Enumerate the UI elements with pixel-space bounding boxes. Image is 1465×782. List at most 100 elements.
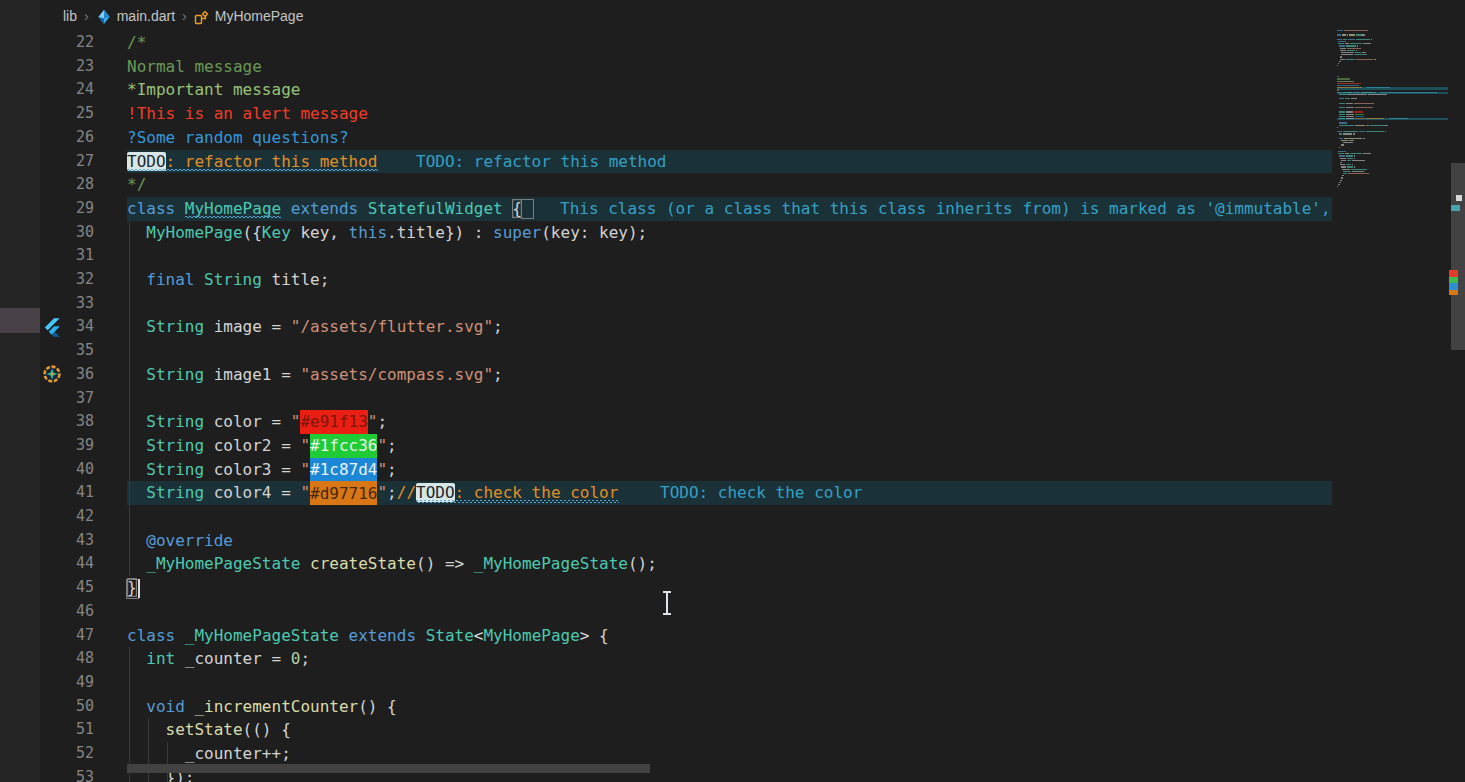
line-number[interactable]: 50	[40, 695, 94, 719]
code-line-36[interactable]: String image1 = "assets/compass.svg";	[127, 363, 1332, 387]
minimap-code-mark	[1340, 50, 1346, 51]
code-token: StatefulWidget	[368, 199, 503, 218]
minimap-code-mark	[1337, 39, 1342, 40]
code-editor[interactable]: 22 /* 23 Normal message 24 *Important message…	[0, 0, 1332, 782]
code-line-35[interactable]	[127, 339, 1332, 363]
minimap-code-mark	[1339, 133, 1342, 134]
code-token: color3 =	[204, 460, 300, 479]
line-number[interactable]: 51	[40, 718, 94, 742]
line-number[interactable]: 29	[40, 197, 94, 221]
minimap-code-mark	[1337, 92, 1342, 93]
code-line-43[interactable]: @override	[127, 529, 1332, 553]
minimap-code-mark	[1343, 92, 1353, 93]
code-token: "	[300, 460, 310, 479]
code-line-51[interactable]: setState(() {	[127, 718, 1332, 742]
line-number[interactable]: 26	[40, 126, 94, 150]
minimap-code-mark	[1340, 162, 1342, 163]
line-number[interactable]: 41	[40, 481, 94, 505]
minimap-code-mark	[1343, 142, 1353, 143]
minimap-code-mark	[1337, 30, 1343, 31]
code-token: void	[146, 697, 185, 716]
line-number[interactable]: 48	[40, 647, 94, 671]
line-number[interactable]: 43	[40, 529, 94, 553]
minimap-code-mark	[1341, 54, 1353, 55]
code-line-42[interactable]	[127, 505, 1332, 529]
line-number[interactable]: 37	[40, 387, 94, 411]
code-line-49[interactable]	[127, 671, 1332, 695]
code-line-23[interactable]: Normal message	[127, 55, 1332, 79]
line-number[interactable]: 28	[40, 173, 94, 197]
code-line-31[interactable]	[127, 244, 1332, 268]
minimap-code-mark	[1368, 94, 1387, 95]
code-line-46[interactable]	[127, 600, 1332, 624]
minimap-code-mark	[1337, 78, 1350, 79]
minimap-code-mark	[1346, 116, 1355, 117]
minimap-code-mark	[1337, 65, 1338, 66]
line-number[interactable]: 47	[40, 624, 94, 648]
code-line-25[interactable]: !This is an alert message	[127, 102, 1332, 126]
line-number[interactable]: 24	[40, 78, 94, 102]
minimap-code-mark	[1371, 39, 1372, 40]
code-line-24[interactable]: *Important message	[127, 78, 1332, 102]
code-line-41[interactable]: String color4 = "#d97716";//TODO: check …	[127, 481, 1332, 505]
line-number[interactable]: 32	[40, 268, 94, 292]
line-number[interactable]: 25	[40, 102, 94, 126]
code-line-44[interactable]: _MyHomePageState createState() => _MyHom…	[127, 552, 1332, 576]
code-token	[127, 697, 146, 716]
code-line-38[interactable]: String color = "#e91f13";	[127, 410, 1332, 434]
vertical-scrollbar-thumb[interactable]	[1451, 163, 1465, 350]
line-number[interactable]: 23	[40, 55, 94, 79]
line-number[interactable]: 49	[40, 671, 94, 695]
minimap-code-mark	[1355, 107, 1373, 108]
code-line-33[interactable]	[127, 292, 1332, 316]
line-number[interactable]: 22	[40, 31, 94, 55]
code-line-34[interactable]: String image = "/assets/flutter.svg";	[127, 315, 1332, 339]
code-line-32[interactable]: final String title;	[127, 268, 1332, 292]
code-line-40[interactable]: String color3 = "#1c87d4";	[127, 458, 1332, 482]
code-line-27[interactable]: TODO: refactor this methodTODO: refactor…	[127, 150, 1332, 174]
line-number[interactable]: 27	[40, 150, 94, 174]
inline-diagnostic-hint: TODO: refactor this method	[416, 150, 666, 174]
line-number[interactable]: 35	[40, 339, 94, 363]
code-token: #e91f13	[300, 410, 367, 434]
minimap-code-mark	[1339, 147, 1340, 148]
line-number[interactable]: 53	[40, 766, 94, 782]
line-number[interactable]: 38	[40, 410, 94, 434]
minimap-code-mark	[1347, 48, 1361, 49]
code-line-37[interactable]	[127, 387, 1332, 411]
code-line-22[interactable]: /*	[127, 31, 1332, 55]
code-line-26[interactable]: ?Some random questions?	[127, 126, 1332, 150]
code-token: //	[397, 483, 416, 502]
line-number[interactable]: 39	[40, 434, 94, 458]
minimap-code-mark	[1341, 160, 1347, 161]
minimap-code-mark	[1337, 131, 1342, 132]
line-number[interactable]: 31	[40, 244, 94, 268]
line-number[interactable]: 33	[40, 292, 94, 316]
code-line-48[interactable]: int _counter = 0;	[127, 647, 1332, 671]
code-token: /*	[127, 33, 146, 52]
line-number[interactable]: 40	[40, 458, 94, 482]
code-line-47[interactable]: class _MyHomePageState extends State<MyH…	[127, 624, 1332, 648]
line-number[interactable]: 44	[40, 552, 94, 576]
minimap-code-mark	[1354, 155, 1355, 156]
horizontal-scrollbar-thumb[interactable]	[127, 764, 650, 773]
code-line-45[interactable]: }	[127, 576, 1332, 600]
code-line-52[interactable]: _counter++;	[127, 742, 1332, 766]
line-number[interactable]: 45	[40, 576, 94, 600]
code-line-29[interactable]: class MyHomePage extends StatefulWidget …	[127, 197, 1332, 221]
code-line-28[interactable]: */	[127, 173, 1332, 197]
code-token: MyHomePage	[185, 199, 281, 218]
minimap-code-mark	[1337, 87, 1362, 88]
minimap-code-mark	[1349, 140, 1354, 141]
line-number[interactable]: 52	[40, 742, 94, 766]
code-line-50[interactable]: void _incrementCounter() {	[127, 695, 1332, 719]
line-number[interactable]: 42	[40, 505, 94, 529]
code-line-39[interactable]: String color2 = "#1fcc36";	[127, 434, 1332, 458]
line-number[interactable]: 46	[40, 600, 94, 624]
minimap-code-mark	[1337, 186, 1338, 187]
code-line-30[interactable]: MyHomePage({Key key, this.title}) : supe…	[127, 221, 1332, 245]
code-token	[127, 554, 146, 573]
minimap-code-mark	[1348, 39, 1355, 40]
line-number[interactable]: 30	[40, 221, 94, 245]
minimap[interactable]	[1337, 0, 1448, 782]
